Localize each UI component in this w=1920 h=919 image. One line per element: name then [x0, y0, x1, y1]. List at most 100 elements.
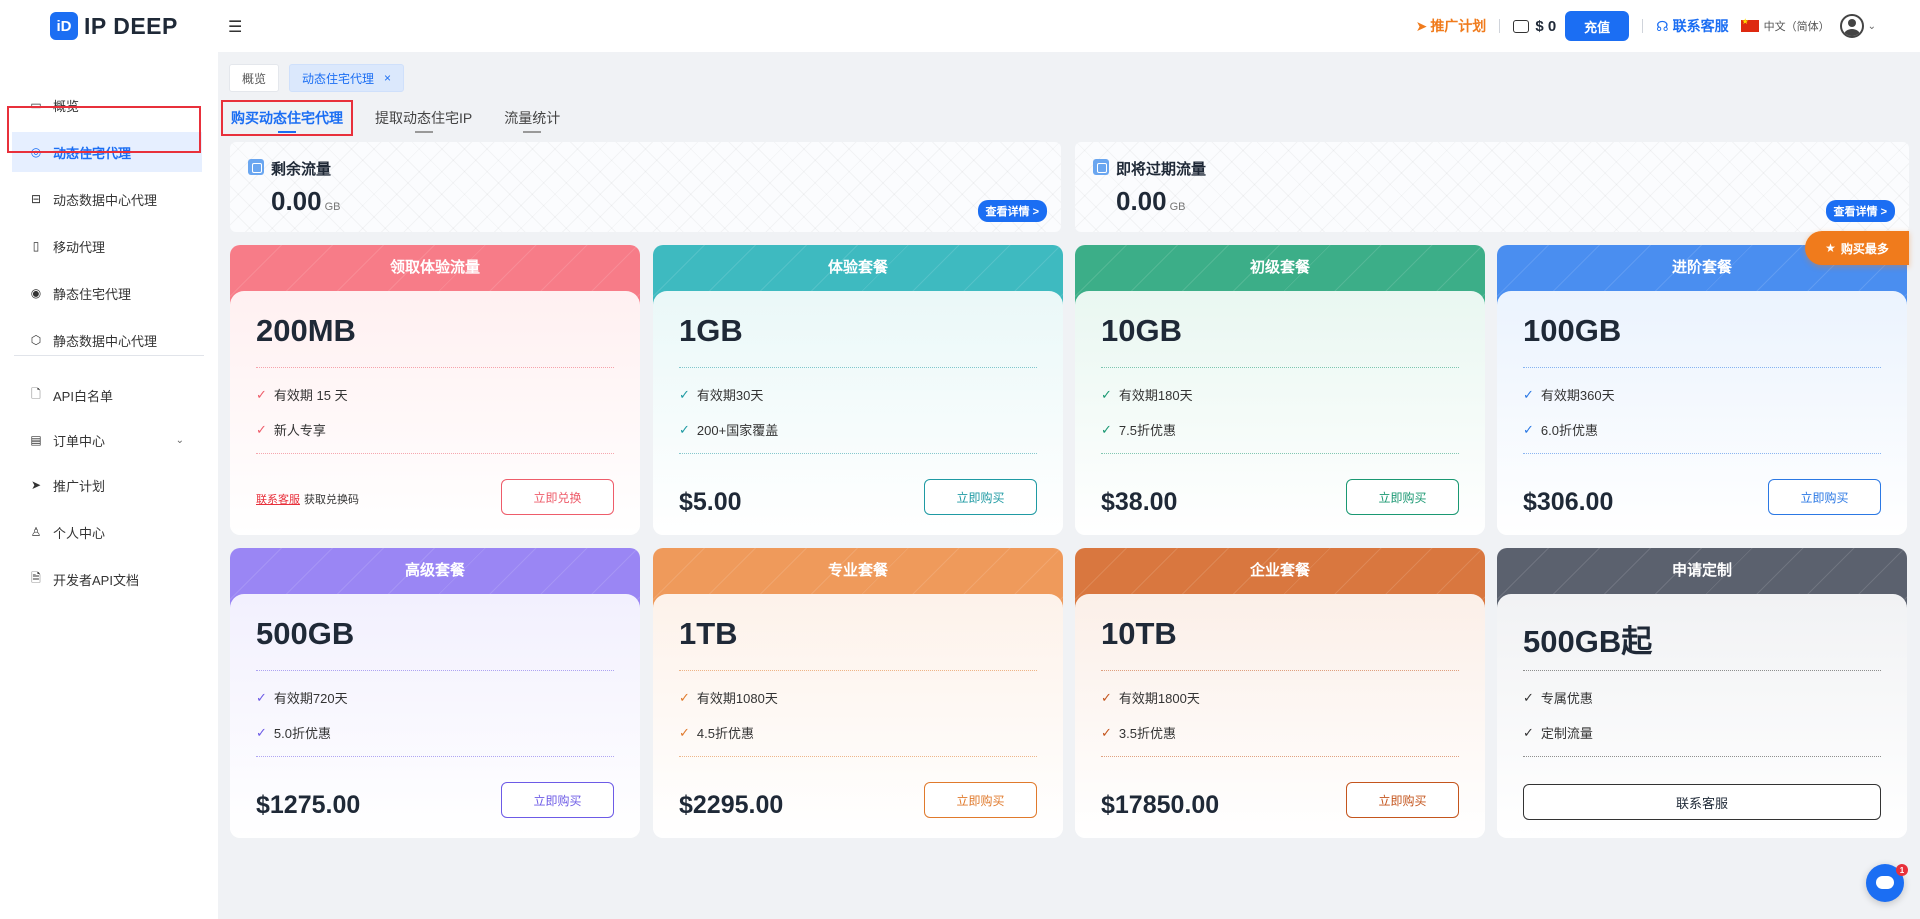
sidebar-item-label: 动态住宅代理 — [53, 145, 132, 161]
headset-icon: ☊ — [1656, 17, 1669, 34]
promo-link[interactable]: ➤ 推广计划 — [1416, 16, 1487, 36]
stat-number: 0.00 — [1116, 186, 1167, 216]
view-details-button[interactable]: 查看详情 > — [1825, 200, 1895, 222]
sidebar-item-mobile[interactable]: ▯ 移动代理 — [12, 226, 202, 266]
divider — [1101, 670, 1459, 671]
divider — [1523, 367, 1881, 368]
feature-label: 5.0折优惠 — [273, 726, 331, 741]
buy-now-button[interactable]: 立即购买 — [924, 479, 1037, 515]
feature-label: 6.0折优惠 — [1540, 423, 1598, 438]
avatar[interactable] — [1839, 14, 1864, 38]
feature-label: 有效期1080天 — [696, 691, 778, 706]
check-icon: ✓ — [1523, 386, 1534, 402]
sidebar-item-static-residential[interactable]: ◉ 静态住宅代理 — [12, 273, 202, 313]
plan-feature: ✓ 定制流量 — [1523, 723, 1593, 742]
wallet-icon — [1513, 19, 1530, 33]
plan-amount: 1TB — [679, 616, 738, 651]
close-icon[interactable]: × — [384, 71, 391, 85]
tab-label: 动态住宅代理 — [302, 71, 375, 86]
plan-body: 10TB ✓ 有效期1800天 ✓ 3.5折优惠 $17850.00 立即购买 — [1075, 594, 1485, 838]
balance-value: $ 0 — [1535, 17, 1557, 35]
plan-body: 1GB ✓ 有效期30天 ✓ 200+国家覆盖 $5.00 立即购买 — [653, 291, 1063, 535]
divider — [256, 367, 614, 368]
plan-body: 500GB起 ✓ 专属优惠 ✓ 定制流量 联系客服 — [1497, 594, 1907, 838]
feature-label: 新人专享 — [273, 423, 326, 438]
plan-card: 企业套餐 10TB ✓ 有效期1800天 ✓ 3.5折优惠 $17850.00 立即购买 — [1075, 548, 1485, 838]
support-label: 联系客服 — [1672, 18, 1729, 34]
tab-overview[interactable]: 概览 — [229, 64, 280, 92]
check-icon: ✓ — [1523, 724, 1534, 740]
traffic-icon — [1093, 159, 1109, 175]
buy-now-button[interactable]: 立即购买 — [1346, 782, 1459, 818]
divider — [1101, 756, 1459, 757]
tab-dynamic-residential[interactable]: 动态住宅代理 × — [289, 64, 405, 92]
sidebar-item-label: API白名单 — [53, 388, 113, 404]
menu-collapse-icon[interactable]: ☰ — [228, 17, 242, 37]
feature-label: 专属优惠 — [1540, 691, 1593, 706]
view-details-button[interactable]: 查看详情 > — [977, 200, 1047, 222]
promo-label: 推广计划 — [1430, 18, 1487, 34]
topup-button[interactable]: 充值 — [1565, 11, 1630, 41]
sidebar-item-api-whitelist[interactable]: 🗋 API白名单 — [12, 375, 202, 415]
divider — [1523, 670, 1881, 671]
sidebar-item-label: 开发者API文档 — [53, 572, 139, 588]
logo-icon: iD — [50, 12, 78, 40]
sidebar-item-overview[interactable]: ▭ 概览 — [12, 85, 202, 125]
sidebar-item-profile[interactable]: ♙ 个人中心 — [12, 512, 202, 552]
plan-amount: 200MB — [256, 313, 356, 348]
sidebar-item-api-docs[interactable]: 🗎 开发者API文档 — [12, 559, 202, 599]
user-icon: ♙ — [30, 525, 42, 539]
subtab-buy[interactable]: 购买动态住宅代理 — [221, 100, 353, 136]
plan-card: 申请定制 500GB起 ✓ 专属优惠 ✓ 定制流量 联系客服 — [1497, 548, 1907, 838]
check-icon: ✓ — [1101, 724, 1112, 740]
subtab-extract-ip[interactable]: 提取动态住宅IP — [365, 100, 482, 136]
chevron-down-icon[interactable]: ⌄ — [1868, 21, 1876, 32]
buy-now-button[interactable]: 立即购买 — [1346, 479, 1459, 515]
page-tabs: 概览 动态住宅代理 × — [229, 64, 405, 92]
document-key-icon: 🗋 — [31, 386, 41, 401]
subtab-traffic-stats[interactable]: 流量统计 — [494, 100, 570, 136]
plan-feature: ✓ 4.5折优惠 — [679, 723, 754, 742]
plan-price: $306.00 — [1523, 488, 1614, 516]
document-icon: 🗎 — [31, 570, 41, 585]
sidebar-item-dynamic-residential[interactable]: ◎ 动态住宅代理 — [12, 132, 202, 172]
sidebar: ▭ 概览 ◎ 动态住宅代理 ⊟ 动态数据中心代理 ▯ 移动代理 ◉ 静态住宅代理… — [0, 52, 218, 919]
plan-card: 高级套餐 500GB ✓ 有效期720天 ✓ 5.0折优惠 $1275.00 立即购买 — [230, 548, 640, 838]
header-actions: ➤ 推广计划 $ 0 充值 ☊ 联系客服 中文（简体） ⌄ — [1416, 10, 1876, 42]
sidebar-item-orders[interactable]: ▤ 订单中心 ⌄ — [12, 420, 202, 460]
buy-now-button[interactable]: 立即购买 — [1768, 479, 1881, 515]
plan-feature: ✓ 有效期720天 — [256, 688, 348, 707]
language-selector[interactable]: 中文（简体） — [1740, 17, 1830, 34]
plan-card: 专业套餐 1TB ✓ 有效期1080天 ✓ 4.5折优惠 $2295.00 立即购买 — [653, 548, 1063, 838]
contact-support-link[interactable]: 联系客服 — [256, 494, 300, 506]
check-icon: ✓ — [1523, 421, 1534, 437]
divider — [1499, 19, 1501, 33]
plan-amount: 10GB — [1101, 313, 1182, 348]
plan-price: $17850.00 — [1101, 791, 1220, 819]
feature-label: 有效期720天 — [273, 691, 348, 706]
mobile-icon: ▯ — [32, 239, 40, 253]
feature-label: 7.5折优惠 — [1118, 423, 1176, 438]
buy-now-button[interactable]: 立即购买 — [924, 782, 1037, 818]
redeem-hint: 联系客服 获取兑换码 — [256, 491, 359, 507]
sub-tabs: 购买动态住宅代理 提取动态住宅IP 流量统计 — [221, 100, 582, 136]
sidebar-item-label: 订单中心 — [53, 433, 106, 449]
star-icon: ★ — [1825, 241, 1836, 255]
sidebar-item-label: 动态数据中心代理 — [53, 192, 158, 208]
plan-body: 1TB ✓ 有效期1080天 ✓ 4.5折优惠 $2295.00 立即购买 — [653, 594, 1063, 838]
contact-support-button[interactable]: 联系客服 — [1523, 784, 1881, 820]
buy-now-button[interactable]: 立即购买 — [501, 782, 614, 818]
sidebar-item-label: 推广计划 — [53, 478, 106, 494]
sidebar-item-promotion[interactable]: ➤ 推广计划 — [12, 465, 202, 505]
sidebar-item-static-datacenter[interactable]: ⬡ 静态数据中心代理 — [12, 320, 202, 360]
support-link[interactable]: ☊ 联系客服 — [1656, 16, 1728, 36]
logo[interactable]: iD IP DEEP — [50, 12, 178, 40]
redeem-button[interactable]: 立即兑换 — [501, 479, 614, 515]
check-icon: ✓ — [1101, 421, 1112, 437]
check-icon: ✓ — [256, 724, 267, 740]
location-pin-icon: ◎ — [30, 145, 42, 159]
sidebar-item-dynamic-datacenter[interactable]: ⊟ 动态数据中心代理 — [12, 179, 202, 219]
plan-card: 初级套餐 10GB ✓ 有效期180天 ✓ 7.5折优惠 $38.00 立即购买 — [1075, 245, 1485, 535]
check-icon: ✓ — [679, 724, 690, 740]
plan-feature: ✓ 6.0折优惠 — [1523, 420, 1598, 439]
